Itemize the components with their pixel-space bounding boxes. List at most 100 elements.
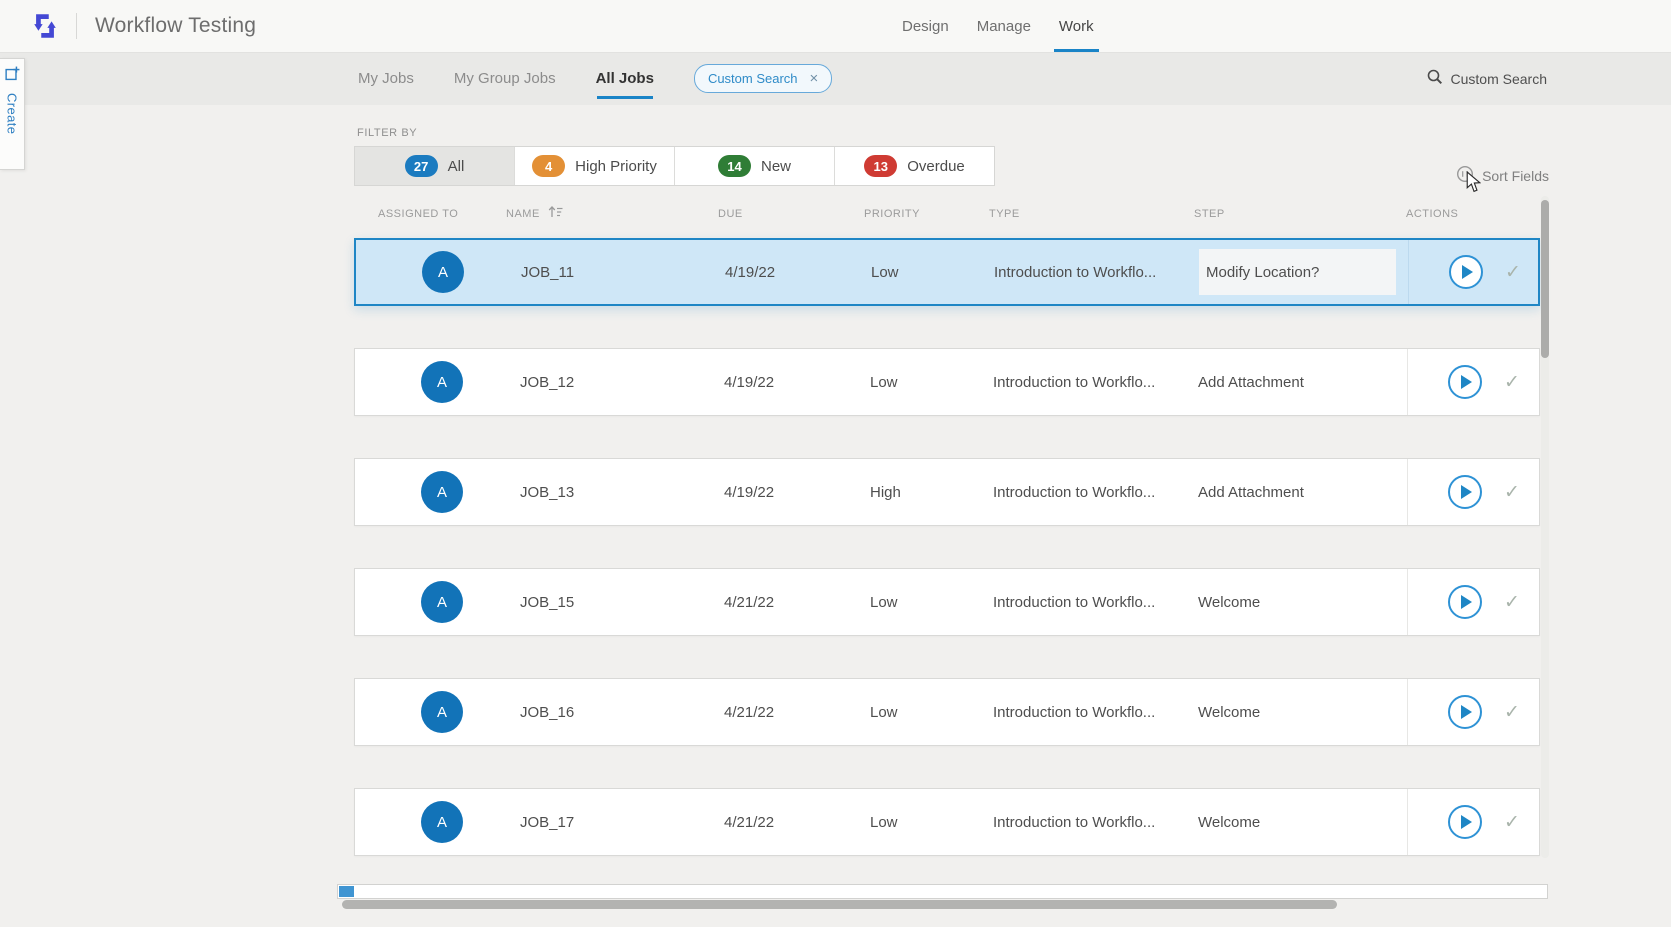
column-header-due[interactable]: DUE: [716, 208, 864, 220]
cell-actions: ✓: [1407, 679, 1539, 745]
cell-priority: Low: [870, 593, 898, 611]
finish-step-check-icon[interactable]: ✓: [1504, 371, 1520, 394]
sort-fields-button[interactable]: Sort Fields: [1456, 165, 1549, 186]
table-vertical-scrollbar-thumb[interactable]: [1541, 200, 1549, 358]
run-step-button[interactable]: [1448, 695, 1482, 729]
table-row[interactable]: A JOB_11 4/19/22 Low Introduction to Wor…: [354, 238, 1540, 306]
column-header-step[interactable]: STEP: [1194, 208, 1406, 220]
table-row[interactable]: A JOB_16 4/21/22 Low Introduction to Wor…: [354, 678, 1540, 746]
tabs-band: [0, 52, 1671, 105]
table-row[interactable]: A JOB_13 4/19/22 High Introduction to Wo…: [354, 458, 1540, 526]
cell-due-date: 4/19/22: [725, 263, 776, 281]
page-title: Workflow Testing: [95, 14, 257, 37]
top-bar: Workflow Testing Design Manage Work: [0, 0, 1671, 53]
cell-current-step: Modify Location?: [1199, 249, 1396, 295]
column-header-type[interactable]: TYPE: [989, 208, 1194, 220]
custom-search-chip-label: Custom Search: [707, 71, 798, 86]
table-row[interactable]: A JOB_17 4/21/22 Low Introduction to Wor…: [354, 788, 1540, 856]
cell-current-step: Welcome: [1198, 703, 1261, 721]
search-icon: [1427, 69, 1443, 88]
create-tab-label: Create: [4, 93, 20, 135]
chip-close-icon[interactable]: ×: [810, 71, 819, 86]
table-row[interactable]: A JOB_12 4/19/22 Low Introduction to Wor…: [354, 348, 1540, 416]
job-tab[interactable]: All Jobs: [596, 70, 654, 87]
play-icon: [1461, 705, 1472, 719]
column-header-priority[interactable]: PRIORITY: [864, 208, 989, 220]
filter-segment-label: High Priority: [575, 157, 657, 175]
cell-job-type: Introduction to Workflo...: [993, 373, 1156, 391]
cell-due-date: 4/19/22: [724, 483, 775, 501]
filter-segment[interactable]: 13 Overdue: [835, 147, 994, 185]
job-tab[interactable]: My Jobs: [358, 70, 414, 87]
cell-assigned-to: A: [355, 349, 505, 415]
top-nav-item[interactable]: Design: [902, 0, 949, 52]
column-header-name[interactable]: NAME: [504, 205, 716, 222]
job-tab[interactable]: My Group Jobs: [454, 70, 556, 87]
top-nav-item-label: Design: [902, 17, 949, 35]
cell-job-type: Introduction to Workflo...: [993, 813, 1156, 831]
workflow-manager-logo-icon: [28, 9, 62, 43]
filter-segment[interactable]: 27 All: [355, 147, 515, 185]
finish-step-check-icon[interactable]: ✓: [1505, 261, 1521, 284]
table-horizontal-scrollbar[interactable]: [337, 884, 1548, 899]
filter-count-badge: 14: [717, 155, 751, 177]
avatar: A: [421, 801, 463, 843]
job-tabs: My Jobs My Group Jobs All Jobs: [358, 70, 654, 87]
finish-step-check-icon[interactable]: ✓: [1504, 811, 1520, 834]
sort-fields-icon: [1456, 165, 1474, 186]
avatar: A: [422, 251, 464, 293]
filter-segment[interactable]: 14 New: [675, 147, 835, 185]
cell-current-step: Welcome: [1198, 813, 1261, 831]
column-header-actions: ACTIONS: [1406, 207, 1459, 220]
run-step-button[interactable]: [1448, 805, 1482, 839]
cell-job-name: JOB_16: [520, 703, 575, 721]
cell-job-name: JOB_11: [521, 263, 575, 281]
avatar: A: [421, 361, 463, 403]
cell-job-type: Introduction to Workflo...: [993, 593, 1156, 611]
create-panel-tab[interactable]: Create: [0, 58, 25, 170]
run-step-button[interactable]: [1449, 255, 1483, 289]
cell-assigned-to: A: [355, 459, 505, 525]
filter-count-badge: 4: [532, 155, 566, 177]
table-horizontal-scrollbar-thumb[interactable]: [339, 886, 354, 897]
cell-priority: Low: [870, 703, 898, 721]
top-nav-item[interactable]: Work: [1053, 0, 1099, 52]
play-icon: [1461, 375, 1472, 389]
custom-search-button[interactable]: Custom Search: [1427, 52, 1547, 105]
top-nav-item[interactable]: Manage: [977, 0, 1031, 52]
create-job-icon: [4, 66, 20, 86]
filter-segmented-control: 27 All 4 High Priority 14 New 13 Overdue: [354, 146, 995, 186]
job-tab-label: All Jobs: [595, 70, 654, 87]
table-row[interactable]: A JOB_15 4/21/22 Low Introduction to Wor…: [354, 568, 1540, 636]
cell-job-type: Introduction to Workflo...: [993, 483, 1156, 501]
cell-due-date: 4/21/22: [724, 593, 775, 611]
finish-step-check-icon[interactable]: ✓: [1504, 701, 1520, 724]
run-step-button[interactable]: [1448, 475, 1482, 509]
tabs-row: My Jobs My Group Jobs All Jobs Custom Se…: [358, 52, 833, 105]
cell-job-name: JOB_12: [520, 373, 575, 391]
filter-count-badge: 27: [404, 155, 438, 177]
cell-actions: ✓: [1407, 349, 1539, 415]
avatar: A: [421, 471, 463, 513]
cell-priority: High: [870, 483, 901, 501]
sort-ascending-icon[interactable]: [548, 205, 564, 222]
cell-job-type: Introduction to Workflo...: [994, 263, 1157, 281]
run-step-button[interactable]: [1448, 585, 1482, 619]
column-header-assigned-to[interactable]: ASSIGNED TO: [354, 208, 504, 220]
sort-fields-label: Sort Fields: [1482, 167, 1549, 184]
run-step-button[interactable]: [1448, 365, 1482, 399]
cell-current-step: Add Attachment: [1198, 483, 1304, 501]
play-icon: [1461, 815, 1472, 829]
cell-due-date: 4/19/22: [724, 373, 775, 391]
finish-step-check-icon[interactable]: ✓: [1504, 481, 1520, 504]
cell-actions: ✓: [1408, 240, 1538, 304]
page-horizontal-scrollbar-thumb[interactable]: [342, 900, 1337, 909]
top-nav-item-label: Work: [1058, 17, 1094, 35]
filter-segment[interactable]: 4 High Priority: [515, 147, 675, 185]
avatar: A: [421, 581, 463, 623]
cell-job-name: JOB_15: [520, 593, 575, 611]
cell-priority: Low: [870, 813, 898, 831]
cell-due-date: 4/21/22: [724, 703, 775, 721]
custom-search-chip[interactable]: Custom Search ×: [693, 64, 833, 93]
finish-step-check-icon[interactable]: ✓: [1504, 591, 1520, 614]
